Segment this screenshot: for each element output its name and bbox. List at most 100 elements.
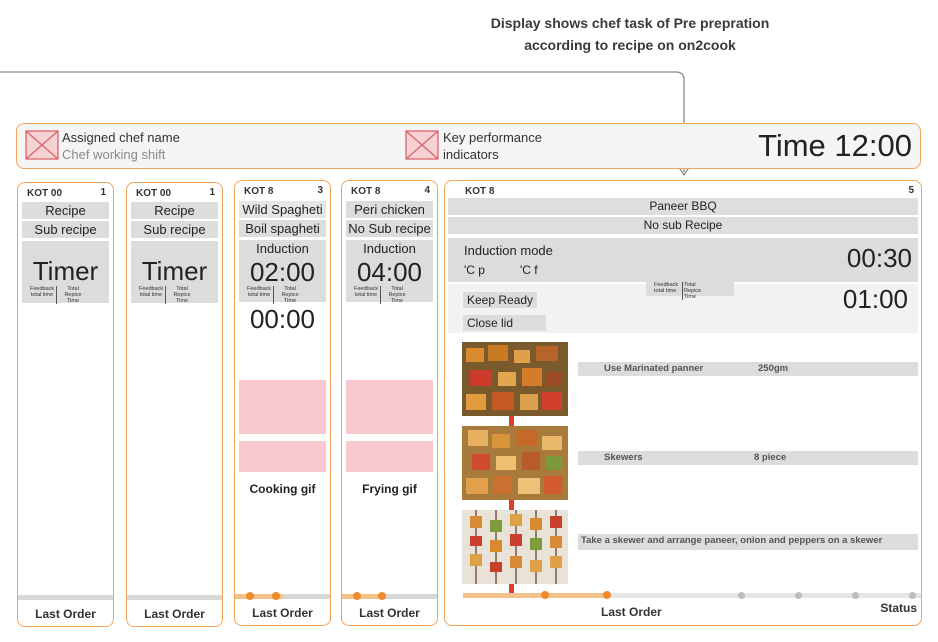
step-text: Use Marinated panner — [604, 363, 704, 374]
temperature-c: 'C p — [464, 263, 485, 277]
step-text: Skewers — [604, 452, 643, 463]
step-text: Take a skewer and arrange paneer, onion … — [581, 535, 883, 546]
kot-label: KOT 8 — [351, 186, 381, 197]
order-number: 5 — [908, 185, 914, 196]
last-order-label[interactable]: Last Order — [235, 606, 330, 620]
step-row: Take a skewer and arrange paneer, onion … — [578, 534, 918, 550]
last-order-label[interactable]: Last Order — [127, 607, 222, 621]
active-order-panel[interactable]: KOT 8 5 Paneer BBQ No sub Recipe Inducti… — [444, 180, 922, 626]
induction-timer: 00:30 — [846, 243, 912, 273]
order-number: 4 — [424, 185, 430, 196]
sub-recipe-label: No sub Recipe — [448, 217, 918, 234]
timer-box: Induction 02:00 Feedback total time Tota… — [239, 240, 326, 304]
sub-recipe-label: Sub recipe — [131, 221, 218, 238]
marinated-paneer-photo-icon — [462, 342, 568, 416]
order-number: 1 — [209, 187, 215, 198]
order-column-4[interactable]: KOT 8 4 Peri chicken No Sub recipe Induc… — [341, 180, 438, 626]
progress-dot — [246, 592, 254, 600]
keep-ready-button[interactable]: Keep Ready — [463, 292, 538, 308]
progress-dot — [378, 592, 386, 600]
header-bar: Assigned chef name Chef working shift Ke… — [16, 123, 921, 169]
last-order-label[interactable]: Last Order — [18, 607, 113, 621]
sub-recipe-label: No Sub recipe — [346, 220, 433, 237]
feedback-total-time: Feedback total time — [654, 282, 679, 294]
time-stats-box: Feedback total time Total Repice Time — [646, 280, 734, 300]
feedback-total-time: Feedback total time — [139, 286, 164, 298]
progress-dot — [603, 591, 611, 599]
recipe-label: Recipe — [22, 202, 109, 219]
actions-box: Keep Ready Close lid Feedback total time… — [448, 280, 918, 333]
kpi-label-line-1: Key performance — [443, 130, 542, 145]
step-row: Use Marinated panner 250gm — [578, 362, 918, 376]
progress-bar — [342, 592, 437, 600]
kot-label: KOT 00 — [27, 188, 63, 199]
secondary-timer: 00:00 — [249, 304, 316, 334]
kpi-label-line-2: indicators — [443, 147, 499, 162]
cooking-gif-placeholder — [239, 380, 326, 434]
chef-avatar-placeholder-icon — [25, 130, 59, 160]
total-recipe-time: Total Repice Time — [682, 282, 714, 300]
frying-gif-placeholder — [346, 380, 433, 434]
last-order-label[interactable]: Last Order — [601, 605, 662, 619]
cooking-mode: Induction — [256, 241, 309, 256]
timer-value: Timer — [32, 256, 99, 286]
total-timer: 01:00 — [842, 284, 908, 314]
progress-bar — [127, 595, 222, 600]
timer-box: Timer Feedback total time Total Repice T… — [22, 241, 109, 304]
order-number: 1 — [100, 187, 106, 198]
step-qty: 250gm — [758, 363, 789, 374]
status-label[interactable]: Status — [880, 601, 917, 615]
cooking-mode: Induction — [363, 241, 416, 256]
progress-dot — [353, 592, 361, 600]
progress-dot — [541, 591, 549, 599]
progress-bar — [463, 591, 921, 599]
sub-recipe-label: Sub recipe — [22, 221, 109, 238]
clock-time: Time 12:00 — [758, 128, 912, 163]
last-order-label[interactable]: Last Order — [342, 606, 437, 620]
chef-name: Assigned chef name — [62, 130, 180, 145]
kot-label: KOT 8 — [244, 186, 274, 197]
kot-label: KOT 8 — [465, 186, 495, 197]
recipe-label: Paneer BBQ — [448, 198, 918, 215]
recipe-label: Peri chicken — [346, 201, 433, 218]
step-dot — [909, 592, 916, 599]
timer-box: Timer Feedback total time Total Repice T… — [131, 241, 218, 304]
step-row: Skewers 8 piece — [578, 451, 918, 465]
recipe-label: Wild Spagheti — [239, 201, 326, 218]
step-dot — [852, 592, 859, 599]
timer-value: 02:00 — [249, 257, 316, 287]
kpi-placeholder-icon — [405, 130, 439, 160]
close-lid-button[interactable]: Close lid — [463, 315, 546, 331]
total-recipe-time: Total Repice Time — [56, 286, 88, 304]
skewers-photo-icon — [462, 426, 568, 500]
order-column-1[interactable]: KOT 00 1 Recipe Sub recipe Timer Feedbac… — [17, 182, 114, 627]
feedback-total-time: Feedback total time — [354, 286, 379, 298]
step-dot — [738, 592, 745, 599]
progress-dot — [272, 592, 280, 600]
timer-value: Timer — [141, 256, 208, 286]
progress-bar — [18, 595, 113, 600]
induction-box: Induction mode 'C p 'C f 00:30 — [448, 238, 918, 282]
total-recipe-time: Total Repice Time — [165, 286, 197, 304]
step-dot — [795, 592, 802, 599]
cooking-gif-label: Cooking gif — [249, 482, 316, 496]
order-number: 3 — [317, 185, 323, 196]
chef-shift: Chef working shift — [62, 147, 166, 162]
temperature-f: 'C f — [520, 263, 538, 277]
timer-box: Induction 04:00 Feedback total time Tota… — [346, 240, 433, 304]
total-recipe-time: Total Repice Time — [380, 286, 412, 304]
kot-label: KOT 00 — [136, 188, 172, 199]
progress-bar — [235, 592, 330, 600]
induction-mode-label: Induction mode — [464, 243, 553, 258]
frying-gif-placeholder-2 — [346, 441, 433, 472]
order-column-3[interactable]: KOT 8 3 Wild Spagheti Boil spagheti Indu… — [234, 180, 331, 626]
arranged-skewers-photo-icon — [462, 510, 568, 584]
feedback-total-time: Feedback total time — [30, 286, 55, 298]
total-recipe-time: Total Repice Time — [273, 286, 305, 304]
cooking-gif-placeholder-2 — [239, 441, 326, 472]
order-column-2[interactable]: KOT 00 1 Recipe Sub recipe Timer Feedbac… — [126, 182, 223, 627]
recipe-label: Recipe — [131, 202, 218, 219]
sub-recipe-label: Boil spagheti — [239, 220, 326, 237]
step-qty: 8 piece — [754, 452, 787, 463]
feedback-total-time: Feedback total time — [247, 286, 272, 298]
